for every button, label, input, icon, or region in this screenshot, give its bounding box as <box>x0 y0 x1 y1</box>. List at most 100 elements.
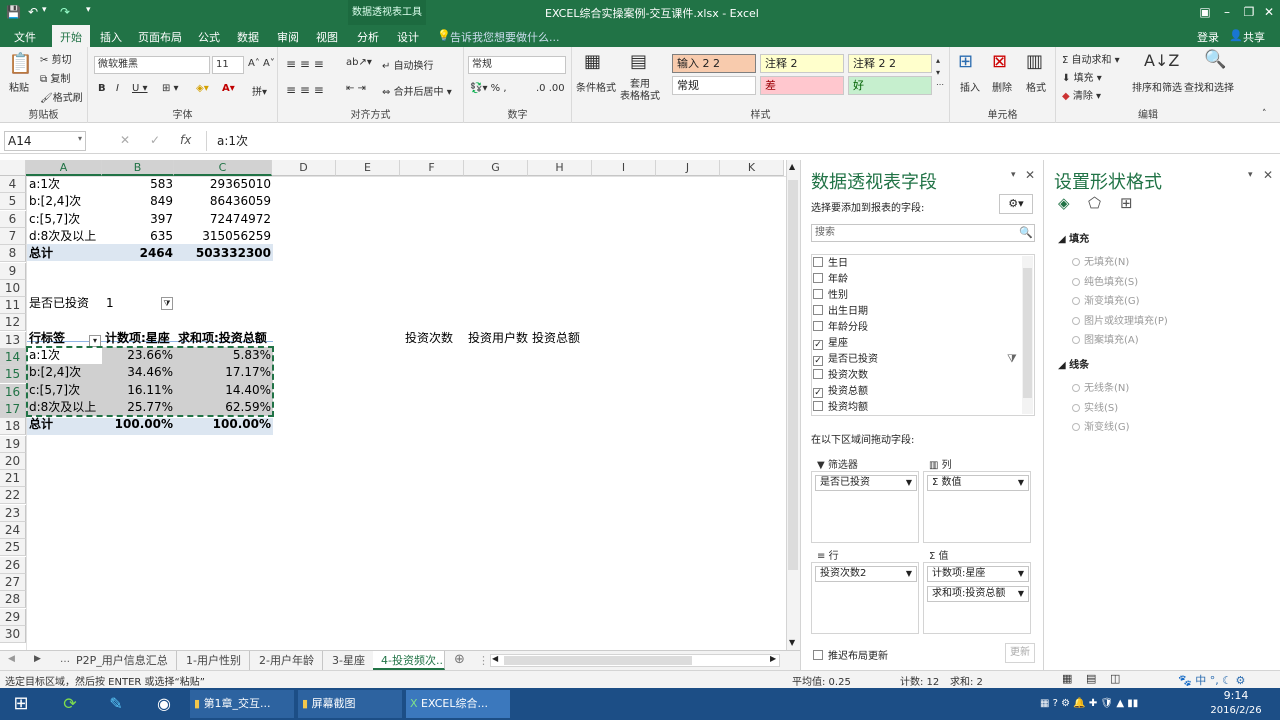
line-option[interactable]: 无线条(N) <box>1072 379 1129 394</box>
filter-funnel-icon[interactable]: ⧩ <box>161 297 173 310</box>
tab-insert[interactable]: 插入 <box>100 29 122 45</box>
scroll-right-icon[interactable]: ▶ <box>770 654 776 663</box>
style-bad[interactable]: 差 <box>760 76 844 95</box>
style-normal[interactable]: 常规 <box>672 76 756 95</box>
decimal-icon[interactable]: .0 .00 <box>536 83 565 94</box>
pivot-cell-count[interactable]: 23.66% <box>103 347 175 364</box>
radio-icon[interactable] <box>1072 384 1080 392</box>
phonetic-icon[interactable]: 拼▾ <box>252 83 267 98</box>
row-header-21[interactable]: 21 <box>0 470 26 488</box>
paste-icon[interactable]: 📋 <box>8 51 33 75</box>
fill-color-icon[interactable]: ◈▾ <box>196 83 209 94</box>
pivot-cell-count[interactable]: 16.11% <box>103 382 175 399</box>
pivot-cell-count[interactable]: 34.46% <box>103 364 175 381</box>
sheet-tab-gender[interactable]: 1-用户性别 <box>178 651 250 670</box>
next-sheet-icon[interactable]: ▶ <box>34 654 41 664</box>
ribbon-display-icon[interactable]: ▣ <box>1196 3 1214 21</box>
tab-view[interactable]: 视图 <box>316 29 338 45</box>
close-icon[interactable]: ✕ <box>1260 3 1278 21</box>
collapse-ribbon-icon[interactable]: ˄ <box>1262 109 1267 119</box>
row-header-22[interactable]: 22 <box>0 487 26 505</box>
underline-icon[interactable]: U ▾ <box>132 83 148 94</box>
cut-button[interactable]: ✂ 剪切 <box>40 51 72 66</box>
pivot-cell-sum[interactable]: 5.83% <box>176 347 273 364</box>
size-properties-tab-icon[interactable]: ⊞ <box>1120 194 1133 212</box>
column-header-c[interactable]: C <box>174 160 272 176</box>
pivot-cell-label[interactable]: c:[5,7]次 <box>27 382 102 399</box>
sort-filter-icon[interactable]: A↓Z <box>1144 51 1179 70</box>
field-checkbox[interactable]: ✓ <box>813 388 823 398</box>
field-item[interactable]: 生日 <box>813 256 848 272</box>
row-header-15[interactable]: 15 <box>0 366 26 384</box>
row-header-9[interactable]: 9 <box>0 262 26 280</box>
field-list-scroll-thumb[interactable] <box>1023 268 1032 398</box>
line-option[interactable]: 渐变线(G) <box>1072 418 1130 433</box>
filters-area[interactable]: 是否已投资 ▼ <box>811 471 919 543</box>
shape-pane-close-icon[interactable]: ✕ <box>1263 168 1273 182</box>
bold-icon[interactable]: B <box>98 83 106 94</box>
radio-icon[interactable] <box>1072 297 1080 305</box>
sheet-tab-frequency[interactable]: 4-投资频次... <box>373 651 445 670</box>
name-box-dropdown-icon[interactable]: ▾ <box>78 134 82 143</box>
tab-home[interactable]: 开始 <box>52 25 90 47</box>
clock-date[interactable]: 2016/2/26 <box>1206 704 1266 718</box>
row-header-8[interactable]: 8 <box>0 245 26 263</box>
rows-area[interactable]: 投资次数2 ▼ <box>811 562 919 634</box>
sheet-tab-age[interactable]: 2-用户年龄 <box>251 651 323 670</box>
field-checkbox[interactable] <box>813 273 823 283</box>
field-checkbox[interactable] <box>813 289 823 299</box>
row-header-24[interactable]: 24 <box>0 522 26 539</box>
border-icon[interactable]: ⊞ ▾ <box>162 83 179 94</box>
pivot-cell-label[interactable]: d:8次及以上 <box>27 399 102 416</box>
row-header-18[interactable]: 18 <box>0 418 26 436</box>
field-checkbox[interactable]: ✓ <box>813 340 823 350</box>
sheet-tab-constellation[interactable]: 3-星座 <box>324 651 374 670</box>
row-header-6[interactable]: 6 <box>0 210 26 228</box>
save-icon[interactable]: 💾 <box>6 5 21 19</box>
field-item[interactable]: ✓ 是否已投资 <box>813 352 878 368</box>
delete-cells-button[interactable]: 删除 <box>992 79 1012 94</box>
field-item[interactable]: 出生日期 <box>813 304 868 320</box>
format-cells-button[interactable]: 格式 <box>1026 79 1046 94</box>
table-format-icon[interactable]: ▤ <box>630 51 647 72</box>
indent-icon[interactable]: ⇤ ⇥ <box>346 83 366 94</box>
find-select-icon[interactable]: 🔍 <box>1204 49 1226 70</box>
column-header-j[interactable]: J <box>656 160 720 176</box>
chip-dropdown-icon[interactable]: ▼ <box>1018 476 1024 490</box>
field-checkbox[interactable] <box>813 321 823 331</box>
ime-toolbar-icon[interactable]: 🐾 中 °, ☾ ⚙ <box>1178 672 1245 688</box>
fill-option[interactable]: 图片或纹理填充(P) <box>1072 312 1168 327</box>
column-header-i[interactable]: I <box>592 160 656 176</box>
filter-value[interactable]: 1 <box>104 295 164 312</box>
sheet-tab-summary[interactable]: P2P_用户信息汇总 <box>68 651 177 670</box>
columns-field-chip[interactable]: Σ 数值 ▼ <box>927 475 1029 491</box>
cond-format-icon[interactable]: ▦ <box>584 51 601 72</box>
tab-analyze[interactable]: 分析 <box>357 29 379 45</box>
refresh-app-icon[interactable]: ⟳ <box>56 690 84 718</box>
tab-formulas[interactable]: 公式 <box>198 29 220 45</box>
values-field-chip-count[interactable]: 计数项:星座 ▼ <box>927 566 1029 582</box>
field-item[interactable]: 年龄分段 <box>813 320 868 336</box>
chip-dropdown-icon[interactable]: ▼ <box>906 476 912 490</box>
style-input-22[interactable]: 输入 2 2 <box>672 54 756 73</box>
table-format-button[interactable]: 套用 表格格式 <box>620 79 660 103</box>
row-header-25[interactable]: 25 <box>0 539 26 557</box>
copy-button[interactable]: ⧉ 复制 <box>40 70 70 85</box>
format-cells-icon[interactable]: ▥ <box>1026 51 1043 72</box>
insert-cells-icon[interactable]: ⊞ <box>958 51 973 72</box>
row-header-19[interactable]: 19 <box>0 435 26 453</box>
enter-icon[interactable]: ✓ <box>150 133 160 147</box>
row-header-16[interactable]: 16 <box>0 383 26 401</box>
row-header-5[interactable]: 5 <box>0 193 26 211</box>
fill-option[interactable]: 渐变填充(G) <box>1072 292 1140 307</box>
horizontal-scroll-thumb[interactable] <box>504 656 692 665</box>
share-button[interactable]: 共享 <box>1243 29 1265 45</box>
styles-scroll-icon[interactable]: ▴ ▾ ⋯ <box>936 55 944 91</box>
tab-review[interactable]: 审阅 <box>277 29 299 45</box>
field-item[interactable]: 投资均额 <box>813 400 868 416</box>
field-checkbox[interactable] <box>813 305 823 315</box>
field-item[interactable]: ✓ 投资总额 <box>813 384 868 400</box>
rows-field-chip[interactable]: 投资次数2 ▼ <box>815 566 917 582</box>
chip-dropdown-icon[interactable]: ▼ <box>906 567 912 581</box>
worksheet-grid[interactable]: ABCDEFGHIJK 4 5 6 7 8 9 10 11 12 13 14 15 16 17 18 19 20… <box>0 160 800 650</box>
